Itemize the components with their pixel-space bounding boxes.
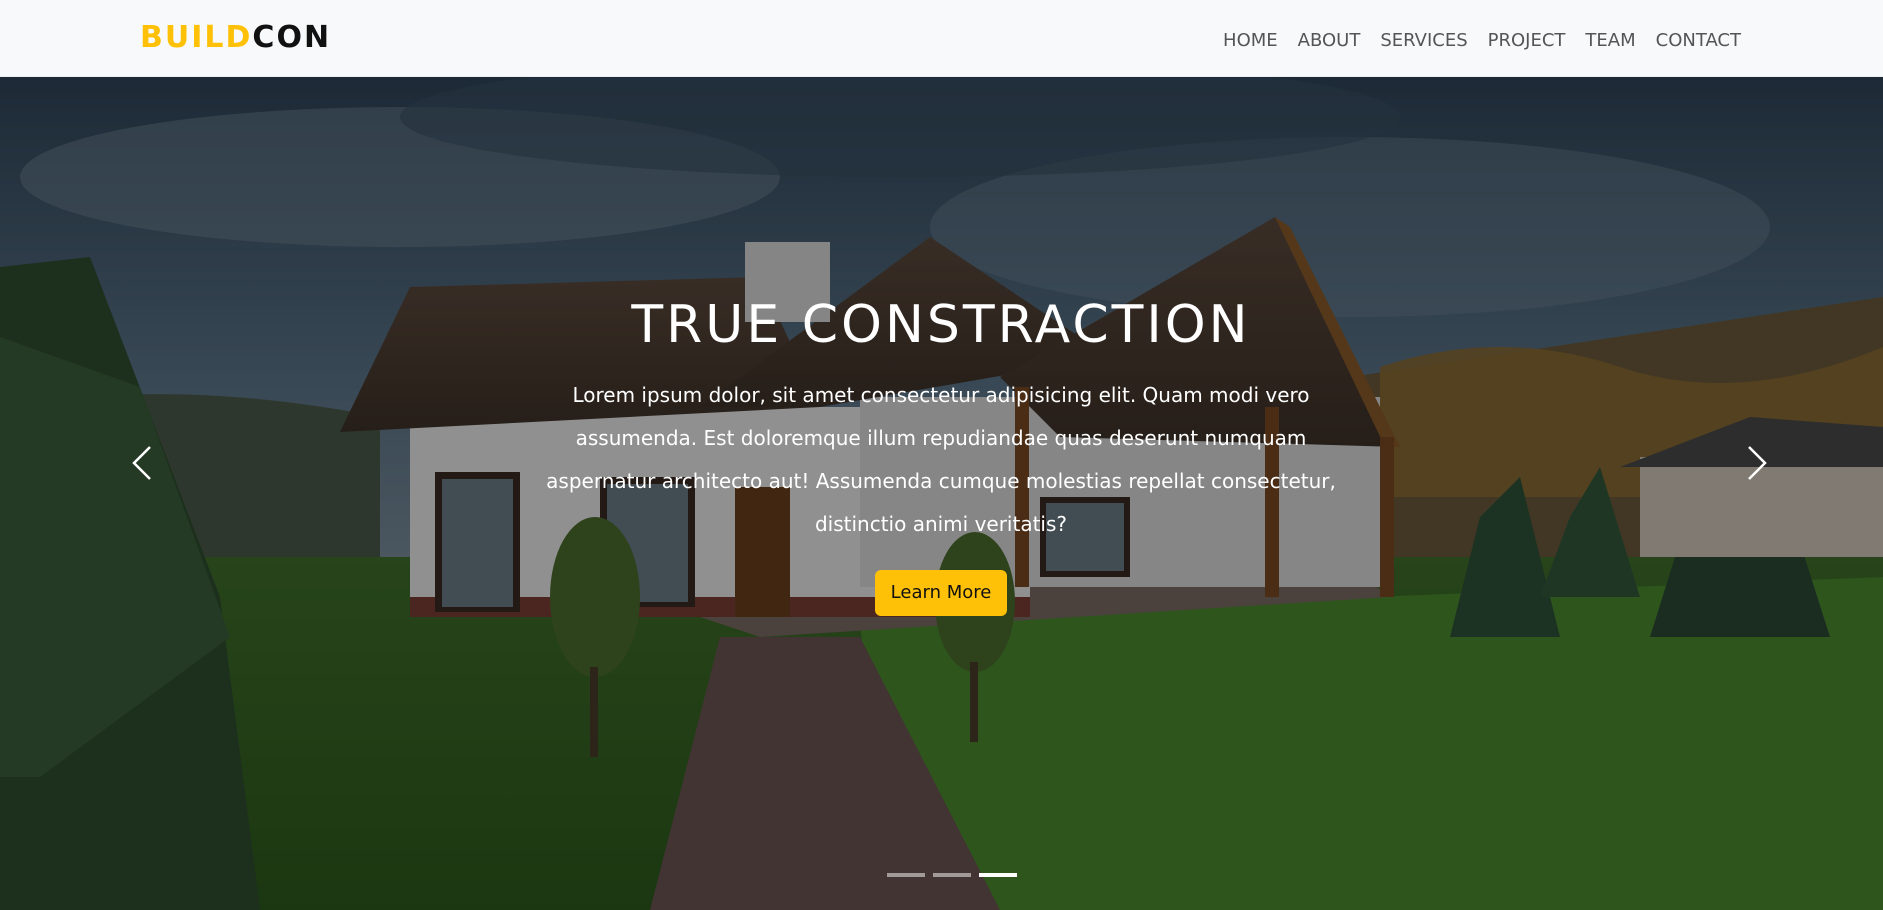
carousel-indicator-1[interactable] (887, 873, 925, 877)
hero-caption: TRUE CONSTRACTION Lorem ipsum dolor, sit… (541, 290, 1341, 616)
carousel-indicator-2[interactable] (933, 873, 971, 877)
nav-item-project[interactable]: PROJECT (1478, 29, 1576, 53)
learn-more-button[interactable]: Learn More (874, 570, 1008, 616)
brand-logo-part-con: CON (252, 20, 332, 55)
nav-item-contact[interactable]: CONTACT (1646, 29, 1751, 53)
navbar: BUILDCON HOME ABOUT SERVICES PROJECT TEA… (0, 0, 1883, 77)
chevron-right-icon (1748, 446, 1767, 480)
nav-item-team[interactable]: TEAM (1575, 29, 1645, 53)
hero-carousel: TRUE CONSTRACTION Lorem ipsum dolor, sit… (0, 77, 1883, 910)
nav-item-home[interactable]: HOME (1213, 29, 1288, 53)
carousel-indicator-3[interactable] (979, 873, 1017, 877)
carousel-indicators (887, 873, 1017, 877)
nav-item-services[interactable]: SERVICES (1370, 29, 1477, 53)
chevron-left-icon (132, 446, 151, 480)
hero-description: Lorem ipsum dolor, sit amet consectetur … (546, 383, 1336, 536)
brand-logo-part-build: BUILD (140, 20, 253, 55)
hero-title: TRUE CONSTRACTION (631, 295, 1251, 355)
brand-logo[interactable]: BUILDCON (140, 18, 331, 58)
nav-item-about[interactable]: ABOUT (1288, 29, 1371, 53)
main-nav: HOME ABOUT SERVICES PROJECT TEAM CONTACT (1213, 29, 1751, 53)
carousel-prev-button[interactable] (112, 433, 172, 493)
carousel-next-button[interactable] (1727, 433, 1787, 493)
